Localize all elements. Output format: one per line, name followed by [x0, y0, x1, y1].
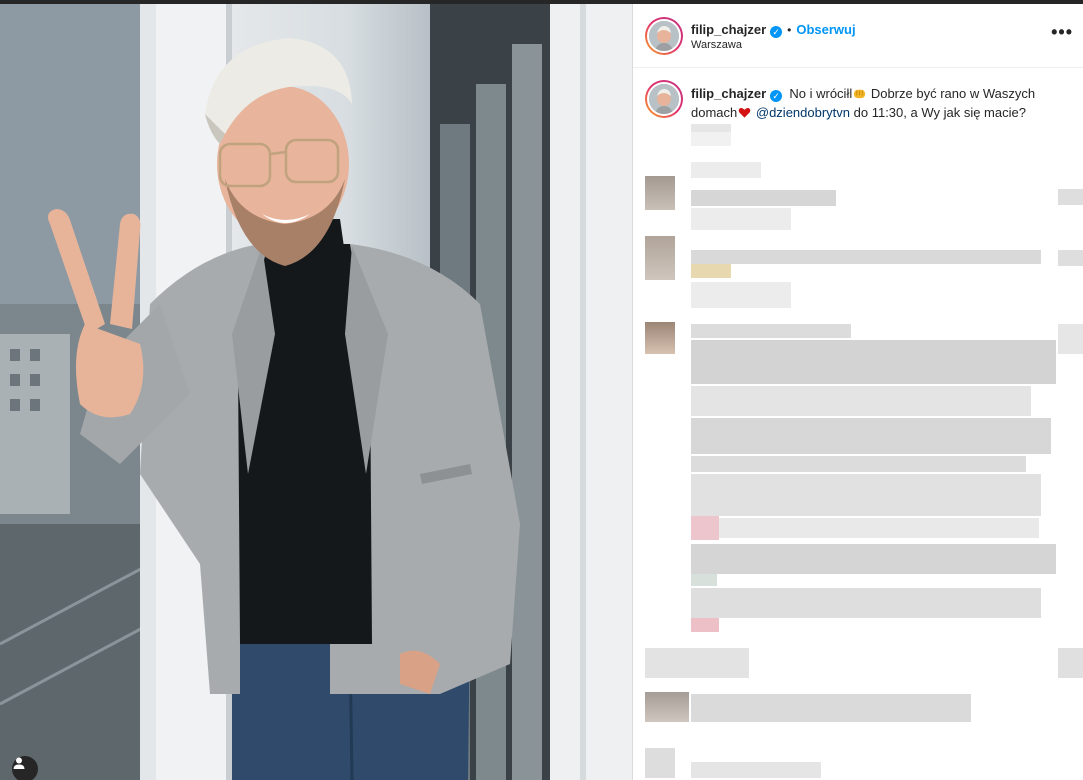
caption-username[interactable]: filip_chajzer [691, 86, 766, 101]
comment-text-blurred [691, 282, 791, 308]
comment-text-blurred [691, 250, 1041, 264]
comment-text-blurred [691, 694, 971, 722]
user-tag-glyph [13, 757, 25, 769]
header-title-row: filip_chajzer ✓ • Obserwuj [691, 21, 856, 39]
post-caption: filip_chajzer ✓ No i wróciłl Dobrze być r… [691, 84, 1061, 122]
comment-emoji-blurred [691, 516, 719, 540]
post-photo[interactable] [0, 4, 632, 780]
author-username[interactable]: filip_chajzer [691, 22, 766, 37]
post-location[interactable]: Warszawa [691, 39, 742, 51]
avatar-image [647, 19, 681, 53]
photo-illustration [0, 4, 632, 780]
comment-like-blurred [1058, 250, 1083, 266]
comment-text-blurred [645, 648, 749, 678]
comment-emoji-blurred [691, 264, 731, 278]
caption-avatar[interactable] [645, 80, 683, 118]
comment-text-blurred [719, 518, 1039, 538]
comment-like-blurred [1058, 189, 1083, 205]
comment-avatar-blurred [645, 692, 689, 722]
comment-like-blurred [1058, 648, 1083, 678]
blur-block [691, 132, 731, 146]
instagram-post-frame: filip_chajzer ✓ • Obserwuj Warszawa ••• fil… [0, 0, 1083, 780]
comment-like-blurred [1058, 324, 1083, 354]
follow-button[interactable]: Obserwuj [796, 22, 855, 37]
comment-text-blurred [691, 208, 791, 230]
user-tag-icon[interactable] [12, 756, 38, 780]
comment-avatar-blurred [645, 236, 675, 280]
comment-avatar-blurred [645, 748, 675, 778]
comment-text-blurred [691, 544, 1056, 574]
caption-mention-link[interactable]: @dziendobrytvn [756, 105, 850, 120]
post-side-panel: filip_chajzer ✓ • Obserwuj Warszawa ••• fil… [633, 4, 1083, 780]
post-header: filip_chajzer ✓ • Obserwuj Warszawa ••• [633, 4, 1083, 68]
caption-text-1: No i wróciłl [789, 86, 853, 101]
comment-emoji-blurred [691, 618, 719, 632]
fist-emoji-icon [854, 89, 866, 99]
comment-text-blurred [691, 190, 836, 206]
comment-text-blurred [691, 418, 1051, 454]
comment-avatar-blurred [645, 322, 675, 354]
author-avatar[interactable] [645, 17, 683, 55]
caption-timestamp-blurred [691, 124, 731, 132]
comment-avatar-blurred [645, 176, 675, 210]
comment-text-blurred [691, 588, 1041, 618]
comment-text-blurred [691, 386, 1031, 416]
caption-text-3: do 11:30, a Wy jak się macie? [850, 105, 1026, 120]
comment-emoji-blurred [691, 574, 717, 586]
comment-text-blurred [691, 340, 1056, 384]
header-separator: • [787, 23, 792, 37]
comment-text-blurred [691, 324, 851, 338]
blur-block [691, 162, 761, 178]
comment-text-blurred [691, 474, 1041, 516]
verified-badge-icon: ✓ [770, 26, 783, 38]
caption-avatar-image [647, 82, 681, 116]
more-options-icon[interactable]: ••• [1051, 22, 1073, 43]
heart-emoji-icon [738, 108, 751, 118]
comment-text-blurred [691, 456, 1026, 472]
comment-text-blurred [691, 762, 821, 778]
caption-verified-badge-icon: ✓ [770, 90, 783, 102]
